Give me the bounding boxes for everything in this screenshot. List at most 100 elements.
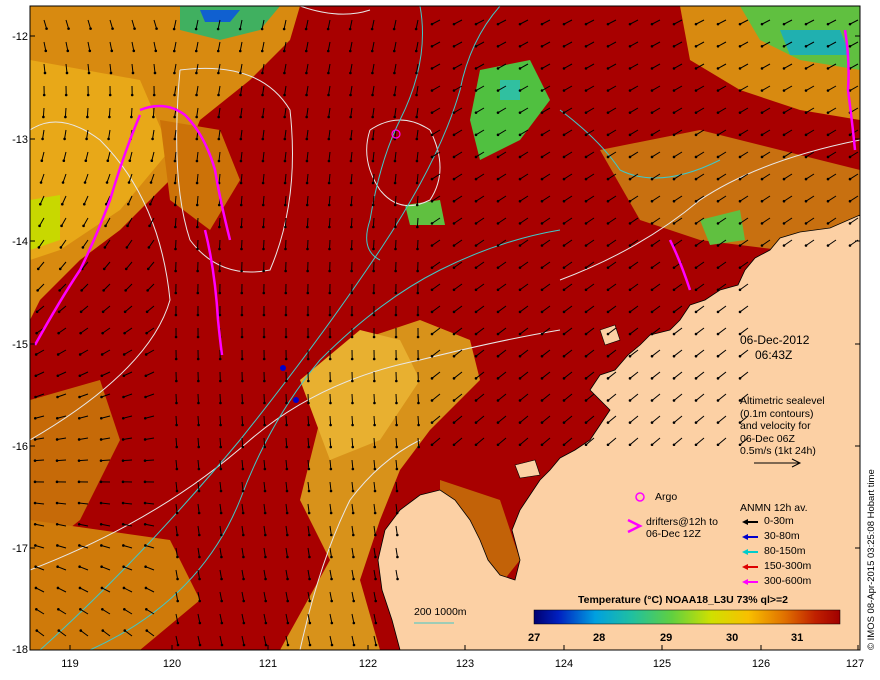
velocity-arrow-head bbox=[286, 577, 289, 581]
velocity-arrow-head bbox=[584, 111, 588, 114]
velocity-arrow-head bbox=[518, 44, 522, 48]
velocity-arrow-head bbox=[672, 399, 676, 402]
velocity-arrow-head bbox=[672, 443, 676, 447]
velocity-arrow-head bbox=[264, 577, 267, 581]
velocity-arrow-head bbox=[306, 335, 310, 339]
velocity-arrow-head bbox=[79, 607, 82, 611]
velocity-arrow-head bbox=[105, 181, 109, 184]
velocity-arrow-head bbox=[606, 288, 610, 292]
velocity-arrow-head bbox=[327, 181, 331, 185]
velocity-arrow-head bbox=[848, 133, 852, 137]
velocity-arrow-head bbox=[606, 44, 610, 48]
velocity-arrow-head bbox=[606, 354, 610, 358]
lon-tick: 119 bbox=[61, 658, 79, 670]
velocity-arrow-head bbox=[584, 133, 588, 137]
lat-tick: -17 bbox=[12, 543, 28, 555]
velocity-arrow-head bbox=[650, 111, 654, 114]
velocity-arrow-head bbox=[58, 289, 61, 292]
velocity-arrow-head bbox=[584, 44, 588, 48]
velocity-arrow-head bbox=[261, 93, 264, 97]
velocity-arrow-head bbox=[349, 93, 352, 97]
velocity-arrow-head bbox=[100, 565, 103, 569]
velocity-arrow-head bbox=[350, 313, 354, 317]
velocity-arrow-head bbox=[330, 621, 334, 625]
velocity-arrow-head bbox=[285, 401, 288, 405]
velocity-arrow-head bbox=[606, 399, 610, 402]
velocity-arrow-head bbox=[261, 115, 264, 119]
velocity-arrow-head bbox=[416, 247, 419, 251]
velocity-arrow-head bbox=[414, 49, 418, 53]
velocity-arrow-head bbox=[562, 111, 566, 114]
velocity-arrow-head bbox=[416, 313, 420, 317]
velocity-arrow-head bbox=[716, 421, 720, 424]
velocity-arrow-head bbox=[79, 310, 83, 314]
velocity-arrow-head bbox=[452, 89, 456, 92]
velocity-arrow-head bbox=[77, 438, 81, 441]
velocity-arrow-head bbox=[694, 332, 698, 336]
velocity-arrow-head bbox=[650, 310, 654, 314]
velocity-arrow-head bbox=[78, 353, 82, 356]
velocity-arrow-head bbox=[103, 246, 107, 249]
velocity-arrow-head bbox=[218, 313, 222, 317]
velocity-arrow-head bbox=[240, 313, 244, 317]
velocity-arrow-head bbox=[305, 159, 309, 163]
velocity-arrow-head bbox=[218, 291, 222, 295]
velocity-arrow-head bbox=[43, 71, 47, 75]
velocity-arrow-head bbox=[260, 27, 264, 31]
velocity-arrow-head bbox=[305, 115, 308, 119]
velocity-arrow-head bbox=[286, 555, 289, 559]
velocity-arrow-head bbox=[307, 489, 311, 493]
velocity-arrow-head bbox=[395, 401, 398, 405]
velocity-arrow-head bbox=[352, 643, 356, 647]
velocity-arrow-head bbox=[307, 511, 311, 515]
velocity-arrow-head bbox=[496, 111, 500, 114]
velocity-arrow bbox=[122, 459, 133, 462]
colorbar bbox=[533, 609, 841, 625]
velocity-arrow-head bbox=[496, 288, 500, 292]
velocity-arrow-head bbox=[628, 155, 632, 159]
velocity-arrow-head bbox=[415, 137, 419, 141]
velocity-arrow-head bbox=[804, 244, 808, 247]
velocity-arrow-head bbox=[327, 203, 331, 207]
velocity-arrow bbox=[329, 415, 332, 426]
velocity-arrow-head bbox=[584, 67, 588, 70]
velocity-arrow-head bbox=[474, 354, 478, 358]
velocity-arrow-head bbox=[99, 416, 103, 420]
velocity-arrow-head bbox=[694, 44, 698, 48]
velocity-arrow bbox=[262, 217, 265, 228]
velocity-arrow-head bbox=[174, 313, 178, 317]
velocity-arrow-head bbox=[216, 49, 220, 53]
velocity-arrow-head bbox=[217, 203, 221, 207]
velocity-arrow-head bbox=[306, 247, 309, 251]
velocity-arrow-head bbox=[518, 399, 522, 402]
velocity-arrow-head bbox=[56, 544, 59, 547]
velocity-arrow-head bbox=[175, 533, 179, 537]
velocity-arrow-head bbox=[430, 67, 434, 70]
velocity-arrow-head bbox=[760, 22, 764, 26]
velocity-arrow-head bbox=[540, 354, 544, 358]
velocity-arrow-head bbox=[329, 401, 332, 405]
velocity-arrow-head bbox=[826, 199, 830, 203]
velocity-arrow-head bbox=[283, 93, 286, 97]
velocity-arrow-head bbox=[60, 224, 63, 228]
velocity-arrow-head bbox=[672, 354, 676, 358]
velocity-arrow-head bbox=[540, 177, 544, 181]
velocity-arrow-head bbox=[100, 395, 103, 399]
velocity-arrow-head bbox=[395, 423, 398, 427]
velocity-arrow-head bbox=[101, 331, 104, 335]
velocity-arrow-head bbox=[124, 267, 128, 271]
velocity-arrow-head bbox=[540, 67, 544, 70]
velocity-arrow-head bbox=[826, 133, 830, 137]
velocity-arrow bbox=[175, 239, 177, 250]
velocity-arrow-head bbox=[99, 480, 103, 484]
velocity-arrow-head bbox=[55, 480, 59, 484]
mooring-marker bbox=[293, 397, 299, 403]
velocity-arrow-head bbox=[58, 267, 62, 271]
drifters-note: drifters@12h to 06-Dec 12Z bbox=[646, 516, 718, 540]
velocity-arrow-head bbox=[305, 71, 308, 75]
velocity-arrow-head bbox=[144, 395, 147, 399]
velocity-arrow-head bbox=[496, 199, 500, 203]
velocity-arrow-head bbox=[628, 443, 632, 447]
velocity-arrow-head bbox=[430, 222, 434, 225]
velocity-arrow-head bbox=[132, 49, 136, 53]
